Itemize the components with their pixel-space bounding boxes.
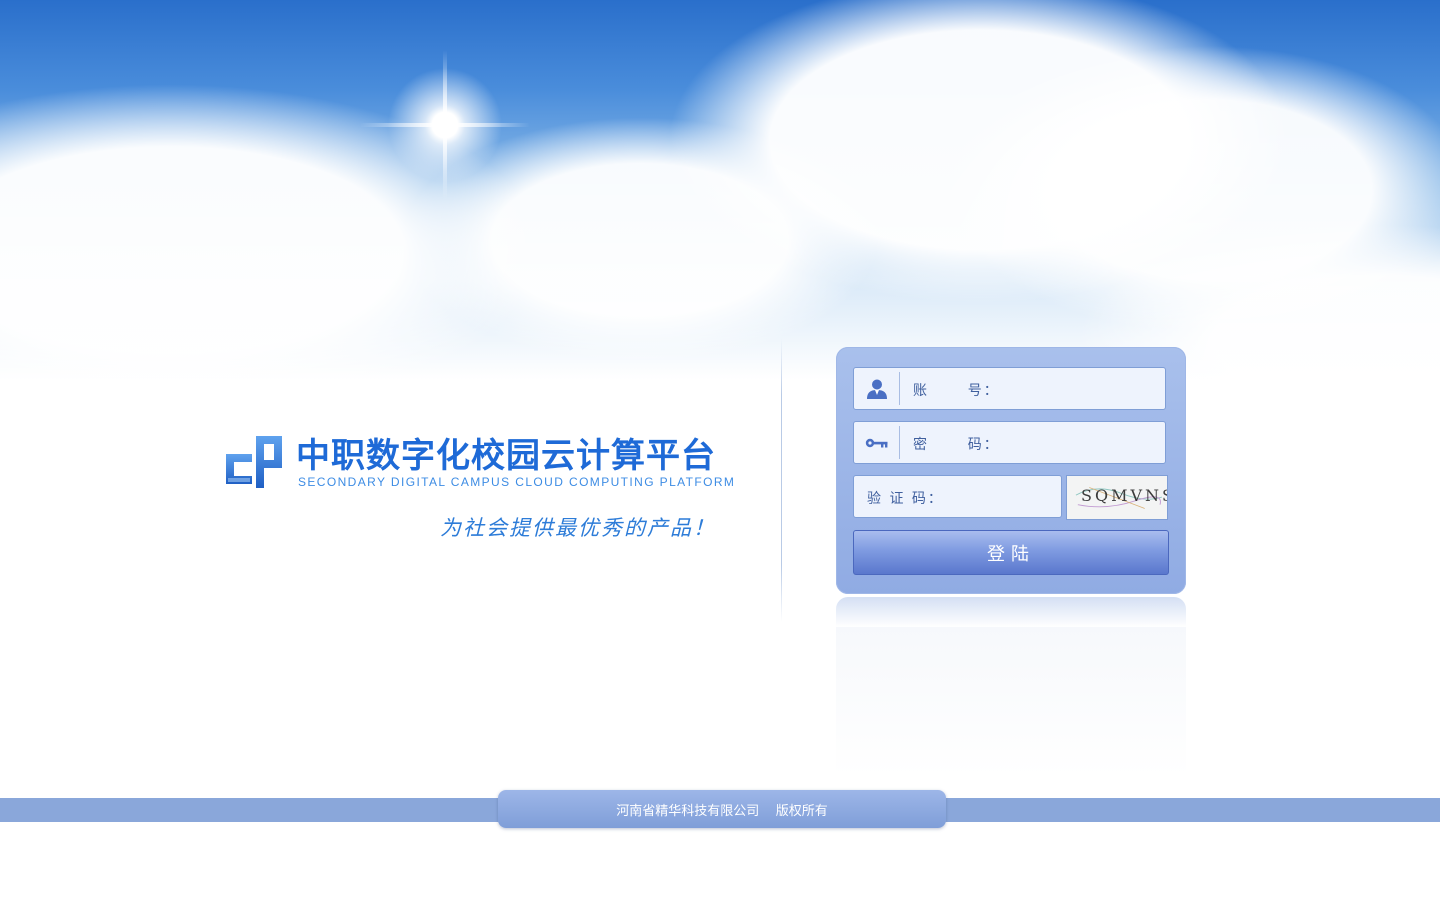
captcha-image[interactable]: SQMVNS <box>1066 475 1168 520</box>
field-separator <box>899 372 900 405</box>
key-icon <box>854 422 900 463</box>
account-field[interactable]: 账 号： <box>853 367 1166 410</box>
cp-logo <box>226 436 282 488</box>
login-button[interactable]: 登陆 <box>853 530 1169 575</box>
panel-reflection <box>836 597 1186 627</box>
brand-subtitle: SECONDARY DIGITAL CAMPUS CLOUD COMPUTING… <box>298 475 736 489</box>
password-field[interactable]: 密 码： <box>853 421 1166 464</box>
login-panel: 账 号： 密 码： 验 证 码： SQMVNS 登陆 <box>836 347 1186 594</box>
captcha-label: 验 证 码： <box>867 491 944 507</box>
account-input[interactable] <box>984 374 1158 404</box>
brand-title: 中职数字化校园云计算平台 <box>296 436 716 476</box>
vertical-divider <box>781 338 782 622</box>
user-icon <box>854 368 900 409</box>
field-separator <box>899 426 900 459</box>
password-input[interactable] <box>984 428 1158 458</box>
slogan: 为社会提供最优秀的产品！ <box>440 516 716 540</box>
captcha-field[interactable]: 验 证 码： <box>853 475 1062 518</box>
panel-shadow <box>836 627 1186 777</box>
captcha-input[interactable] <box>944 482 1058 512</box>
copyright-text: 河南省精华科技有限公司 版权所有 <box>616 804 828 819</box>
footer-tab: 河南省精华科技有限公司 版权所有 <box>498 790 946 828</box>
captcha-text: SQMVNS <box>1081 486 1168 505</box>
sun-ray <box>443 50 447 200</box>
